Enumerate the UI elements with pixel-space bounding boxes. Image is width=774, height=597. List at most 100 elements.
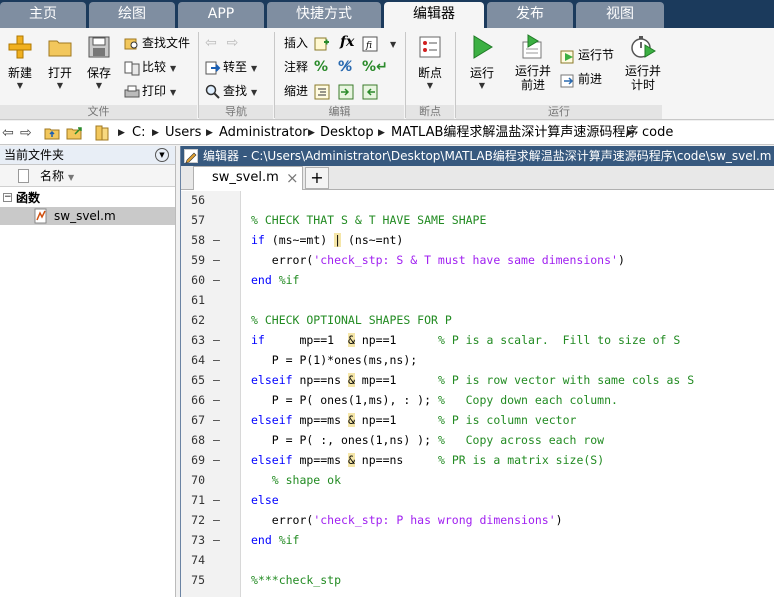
compare-button[interactable]: 比较 ▼ [124,57,176,77]
breakpoints-button[interactable]: 断点 ▼ [410,34,450,102]
tab-publish[interactable]: 发布 [487,2,573,28]
goto-button[interactable]: 转至 ▼ [205,57,257,77]
chevron-down-icon: ▼ [251,64,258,73]
code-line[interactable]: 71– else [181,490,774,510]
run-section-icon [560,50,574,63]
code-line[interactable]: 62% CHECK OPTIONAL SHAPES FOR P [181,310,774,330]
up-folder-icon[interactable] [44,121,60,145]
insert-section-icon-button[interactable] [314,33,332,53]
print-button[interactable]: 打印 ▼ [124,81,176,101]
decrease-indent-icon [362,84,378,99]
current-folder-title: 当前文件夹 [4,148,65,162]
insert-button[interactable]: 插入 [284,33,308,53]
breadcrumb-desktop[interactable]: Desktop [320,121,374,145]
code-line[interactable]: 66– P = P( ones(1,ms), : ); % Copy down … [181,390,774,410]
code-line[interactable]: 63– if mp==1 & np==1 % P is a scalar. Fil… [181,330,774,350]
new-button[interactable]: 新建 ▼ [0,34,40,102]
open-button[interactable]: 打开 ▼ [40,34,80,102]
forward-arrow-icon: ⇨ [226,35,239,51]
breadcrumb-drive[interactable]: C: [132,121,145,145]
tree-item-file[interactable]: sw_svel.m [0,207,175,225]
function-browser-button[interactable]: fi ▼ [362,33,396,53]
advance-button[interactable]: 前进 [560,69,602,89]
current-folder-header: 当前文件夹 ▼ [0,146,175,165]
uncomment-button[interactable]: %̸ [338,57,352,77]
close-icon[interactable]: × [286,167,299,189]
code-line[interactable]: 58– if (ms~=mt) | (ns~=nt) [181,230,774,250]
new-tab-button[interactable]: + [305,167,329,189]
indent-button[interactable]: 缩进 [284,81,308,101]
file-group-label: 文件 [0,105,197,119]
code-line[interactable]: 75 %***check_stp [181,570,774,590]
back-forward-buttons[interactable]: ⇦ ⇨ [205,33,238,53]
editor-title-bar: 编辑器 - C:\Users\Administrator\Desktop\MAT… [181,146,774,166]
browse-folder-svg [66,126,82,139]
toolstrip-tab-bar: 主页 绘图 APP 快捷方式 编辑器 发布 视图 [0,0,774,29]
decrease-indent-button[interactable] [362,81,380,101]
code-line[interactable]: 61 [181,290,774,310]
insert-function-button[interactable]: fx [340,32,354,52]
run-group-label: 运行 [456,105,662,119]
breadcrumb-separator-icon: ▶ [378,128,385,138]
back-arrow-icon[interactable]: ⇦ [2,121,14,145]
toolstrip-ribbon: 新建 ▼ 打开 ▼ 保存 ▼ 查找文件 比较 ▼ 打印 ▼ 文件 ⇦ ⇨ 转至 ▼ 查… [0,28,774,120]
wrap-comments-button[interactable]: %↵ [362,57,388,77]
increase-indent-button[interactable] [338,81,356,101]
code-line[interactable]: 64– P = P(1)*ones(ms,ns); [181,350,774,370]
code-line[interactable]: 70 % shape ok [181,470,774,490]
sort-chevron-icon: ▼ [68,173,75,182]
mfile-svg [34,208,47,224]
code-line[interactable]: 72– error('check_stp: P has wrong dimens… [181,510,774,530]
address-bar: ⇦ ⇨ ▶ C: ▶ Users ▶ Administrator ▶ Deskt… [0,121,774,145]
smart-indent-button[interactable] [314,81,332,101]
code-line[interactable]: 69– elseif mp==ms & np==ns % PR is a matr… [181,450,774,470]
run-button[interactable]: 运行 ▼ [462,34,502,102]
tab-plots[interactable]: 绘图 [89,2,175,28]
breadcrumb-code[interactable]: code [642,121,673,145]
breadcrumb-separator-icon: ▶ [308,128,315,138]
editor-tab-sw-svel[interactable]: sw_svel.m × [193,166,303,190]
code-line[interactable]: 60– end %if [181,270,774,290]
run-and-advance-button[interactable]: 运行并 前进 [510,34,556,102]
insert-section-icon [314,37,329,50]
code-area[interactable]: 56 57% CHECK THAT S & T HAVE SAME SHAPE … [181,191,774,597]
forward-arrow-icon[interactable]: ⇨ [20,121,32,145]
code-line[interactable]: 68– P = P( :, ones(1,ns) ); % Copy acros… [181,430,774,450]
save-button[interactable]: 保存 ▼ [79,34,119,102]
chevron-down-icon: ▼ [56,81,64,90]
name-column-header[interactable]: 名称 ▼ [40,165,74,189]
breakpoints-group-label: 断点 [406,105,454,119]
code-line[interactable]: 67– elseif mp==ms & np==1 % P is column v… [181,410,774,430]
code-line[interactable]: 73– end %if [181,530,774,550]
run-section-button[interactable]: 运行节 [560,45,614,65]
tab-home[interactable]: 主页 [0,2,86,28]
tree-group-functions[interactable]: − 函数 [0,189,175,207]
breadcrumb-users[interactable]: Users [165,121,201,145]
comment-button[interactable]: 注释 [284,57,308,77]
code-line[interactable]: 57% CHECK THAT S & T HAVE SAME SHAPE [181,210,774,230]
chevron-down-icon: ▼ [478,81,486,90]
chevron-down-icon: ▼ [251,88,258,97]
find-button[interactable]: 查找 ▼ [205,81,257,101]
tab-view[interactable]: 视图 [576,2,664,28]
tab-apps[interactable]: APP [178,2,264,28]
tab-shortcuts[interactable]: 快捷方式 [267,2,381,28]
edit-group-label: 编辑 [275,105,404,119]
collapse-minus-icon[interactable]: − [3,193,12,202]
plus-icon [8,35,32,59]
tab-editor[interactable]: 编辑器 [384,2,484,29]
breadcrumb-project-folder[interactable]: MATLAB编程求解温盐深计算声速源码程序 [391,121,638,145]
code-line[interactable]: 59– error('check_stp: S & T must have sa… [181,250,774,270]
svg-text:fi: fi [365,41,372,51]
comment-percent-button[interactable]: % [314,57,328,77]
code-line[interactable]: 74 [181,550,774,570]
run-and-time-button[interactable]: 运行并 计时 [622,34,664,102]
save-disk-icon [88,36,110,58]
code-line[interactable]: 56 [181,190,774,210]
breadcrumb-administrator[interactable]: Administrator [219,121,308,145]
browse-folder-icon[interactable] [66,121,84,145]
printer-icon [124,85,140,97]
panel-menu-icon[interactable]: ▼ [155,148,169,162]
find-files-button[interactable]: 查找文件 [124,33,190,53]
code-line[interactable]: 65– elseif np==ns & mp==1 % P is row vect… [181,370,774,390]
